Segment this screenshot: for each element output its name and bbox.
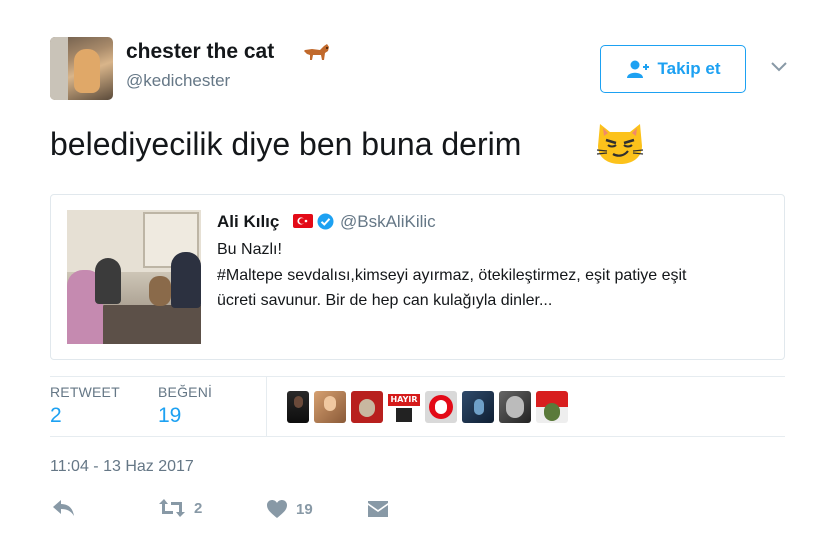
smirking-cat-emoji [596, 124, 644, 164]
liker-avatar[interactable] [499, 391, 531, 423]
turkey-flag-icon [293, 214, 313, 228]
liker-avatar[interactable] [287, 391, 309, 423]
like-action-count: 19 [296, 500, 313, 518]
liker-avatar[interactable]: HAYIR [388, 391, 420, 423]
author-display-name[interactable]: chester the cat [126, 40, 274, 64]
liker-avatar[interactable] [425, 391, 457, 423]
follow-button-label: Takip et [657, 59, 721, 78]
quoted-tweet-line: Bu Nazlı! [217, 241, 282, 258]
stats-divider-bottom [50, 436, 785, 437]
author-handle[interactable]: @kedichester [126, 71, 230, 91]
verified-badge-icon [317, 213, 334, 230]
heart-icon [267, 500, 287, 518]
retweet-button[interactable]: 2 [158, 498, 202, 518]
photo-person [95, 258, 121, 304]
dog-emoji [304, 44, 329, 60]
retweet-stat-count[interactable]: 2 [50, 404, 62, 428]
avatar-cat [74, 49, 100, 93]
retweet-action-count: 2 [194, 499, 203, 517]
follow-button[interactable]: Takip et [600, 45, 746, 93]
liker-avatar[interactable] [536, 391, 568, 423]
envelope-icon [368, 501, 388, 517]
photo-person [171, 252, 201, 308]
quoted-author-handle[interactable]: @BskAliKilic [340, 212, 436, 232]
quoted-author-name[interactable]: Ali Kılıç [217, 212, 279, 232]
likers-avatar-row: HAYIR [287, 391, 568, 423]
author-avatar[interactable] [50, 37, 113, 100]
add-user-icon [626, 60, 649, 78]
like-stat-count[interactable]: 19 [158, 404, 181, 428]
quoted-tweet-line: ücreti savunur. Bir de hep can kulağıyla… [217, 292, 553, 309]
like-button[interactable]: 19 [266, 499, 313, 519]
direct-message-button[interactable] [367, 499, 389, 519]
stats-divider-top [50, 376, 785, 377]
avatar-window [50, 37, 68, 100]
tweet-text: belediyecilik diye ben buna derim [50, 126, 522, 162]
liker-badge-text: HAYIR [388, 394, 420, 406]
reply-icon [53, 500, 74, 516]
liker-avatar[interactable] [462, 391, 494, 423]
stats-separator [266, 376, 267, 436]
tweet-timestamp[interactable]: 11:04 - 13 Haz 2017 [50, 458, 194, 476]
liker-avatar[interactable] [351, 391, 383, 423]
retweet-stat-label[interactable]: RETWEET [50, 384, 120, 400]
quoted-tweet-photo[interactable] [67, 210, 201, 344]
photo-cat [149, 276, 171, 306]
photo-table [90, 305, 201, 344]
retweet-icon [159, 499, 185, 517]
reply-button[interactable] [52, 498, 76, 518]
chevron-down-icon[interactable] [769, 60, 789, 74]
liker-avatar[interactable] [314, 391, 346, 423]
like-stat-label[interactable]: BEĞENİ [158, 384, 212, 400]
quoted-tweet-line: #Maltepe sevdalısı,kimseyi ayırmaz, ötek… [217, 267, 687, 284]
